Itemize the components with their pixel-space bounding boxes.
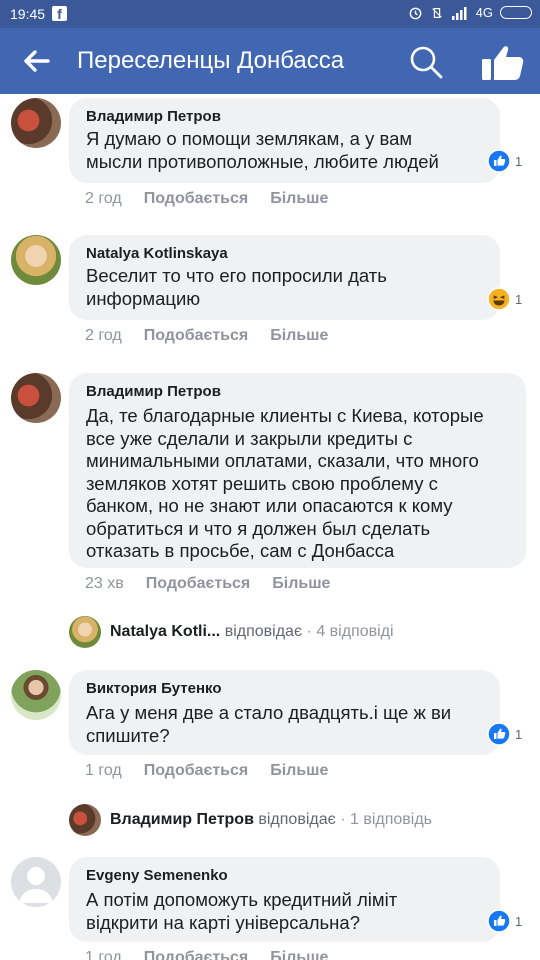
comment-time: 1 год — [85, 762, 122, 779]
status-icons: 4G — [408, 5, 532, 20]
comment-author[interactable]: Владимир Петров — [86, 383, 221, 400]
comment-actions: 1 год Подобається Більше — [85, 762, 350, 780]
comment-time: 23 хв — [85, 575, 124, 592]
more-button[interactable]: Більше — [270, 327, 328, 344]
replies-text[interactable]: Natalya Kotli... відповідає · 4 відповід… — [110, 623, 394, 641]
reply-separator: · — [302, 623, 317, 640]
comment-text: Да, те благодарные клиенты с Киева, кото… — [86, 405, 484, 561]
comment-bubble: Виктория Бутенко Ага у меня две а стало … — [69, 670, 500, 755]
comment-time: 2 год — [85, 190, 122, 207]
thumbs-up-icon[interactable] — [478, 42, 526, 82]
status-bar: 19:45 f 4G — [0, 0, 540, 28]
comment: Evgeny Semenenko А потім допоможуть кред… — [0, 857, 540, 960]
reply-author: Natalya Kotli... — [110, 623, 221, 640]
battery-icon — [500, 6, 532, 19]
avatar — [69, 616, 101, 648]
replies-summary[interactable]: Владимир Петров відповідає · 1 відповідь — [0, 804, 540, 838]
reply-count: 4 відповіді — [316, 623, 394, 640]
avatar[interactable] — [11, 98, 61, 148]
network-type: 4G — [475, 5, 493, 20]
reply-count: 1 відповідь — [349, 811, 433, 828]
reaction-summary[interactable]: 1 — [487, 287, 522, 311]
comment-actions: 2 год Подобається Більше — [85, 190, 350, 208]
like-button[interactable]: Подобається — [144, 762, 249, 779]
comment-actions: 2 год Подобається Більше — [85, 327, 350, 345]
comment-author[interactable]: Владимир Петров — [86, 108, 221, 125]
comment-author[interactable]: Evgeny Semenenko — [86, 867, 228, 884]
comment-actions: 1 год Подобається Більше — [85, 949, 350, 960]
avatar[interactable] — [11, 235, 61, 285]
alarm-icon — [409, 7, 422, 20]
reply-verb: відповідає — [258, 811, 336, 828]
comment-actions: 23 хв Подобається Більше — [85, 575, 352, 593]
avatar[interactable] — [11, 670, 61, 720]
comment-time: 2 год — [85, 327, 122, 344]
more-button[interactable]: Більше — [270, 762, 328, 779]
reaction-count: 1 — [515, 153, 523, 169]
clock: 19:45 — [10, 6, 46, 22]
reaction-count: 1 — [515, 913, 523, 929]
comment-text: Ага у меня две а стало двадцять.і ще ж в… — [86, 702, 452, 746]
vibrate-icon — [431, 7, 442, 18]
reaction-count: 1 — [515, 726, 523, 742]
reaction-count: 1 — [515, 291, 523, 307]
like-button[interactable]: Подобається — [144, 327, 249, 344]
reply-verb: відповідає — [224, 623, 303, 640]
reply-separator: · — [335, 811, 350, 828]
avatar[interactable] — [11, 857, 61, 907]
like-reaction-icon — [487, 149, 511, 173]
avatar[interactable] — [11, 373, 61, 423]
comment-author[interactable]: Виктория Бутенко — [86, 680, 222, 697]
comment: Владимир Петров Я думаю о помощи земляка… — [0, 98, 540, 218]
app-bar: Переселенцы Донбасса — [0, 28, 540, 94]
comment: Natalya Kotlinskaya Веселит то что его п… — [0, 235, 540, 355]
comment: Виктория Бутенко Ага у меня две а стало … — [0, 670, 540, 785]
replies-summary[interactable]: Natalya Kotli... відповідає · 4 відповід… — [0, 616, 540, 650]
facebook-notification-icon: f — [52, 6, 67, 22]
page-title: Переселенцы Донбасса — [77, 47, 345, 74]
like-button[interactable]: Подобається — [144, 190, 249, 207]
comment-text: Я думаю о помощи землякам, а у вам мысли… — [86, 128, 439, 172]
comment-text: А потім допоможуть кредитний ліміт відкр… — [86, 889, 398, 933]
comment-time: 1 год — [85, 949, 122, 960]
comment-bubble: Natalya Kotlinskaya Веселит то что его п… — [69, 235, 500, 320]
like-reaction-icon — [487, 722, 511, 746]
like-reaction-icon — [487, 909, 511, 933]
default-avatar-icon — [19, 867, 53, 903]
comment-bubble: Владимир Петров Я думаю о помощи земляка… — [69, 98, 500, 183]
comment-bubble: Владимир Петров Да, те благодарные клиен… — [69, 373, 526, 568]
reaction-summary[interactable]: 1 — [487, 722, 522, 746]
arrow-left-icon[interactable] — [20, 46, 52, 76]
comment: Владимир Петров Да, те благодарные клиен… — [0, 373, 540, 603]
like-button[interactable]: Подобається — [146, 575, 251, 592]
more-button[interactable]: Більше — [270, 190, 328, 207]
avatar — [69, 804, 101, 836]
more-button[interactable]: Більше — [272, 575, 330, 592]
search-icon[interactable] — [408, 44, 444, 80]
more-button[interactable]: Більше — [270, 949, 328, 960]
replies-text[interactable]: Владимир Петров відповідає · 1 відповідь — [110, 811, 432, 829]
comment-bubble: Evgeny Semenenko А потім допоможуть кред… — [69, 857, 500, 942]
comment-text: Веселит то что его попросили дать информ… — [86, 265, 387, 309]
reaction-summary[interactable]: 1 — [487, 909, 522, 933]
signal-icon — [451, 6, 467, 20]
reaction-summary[interactable]: 1 — [487, 149, 522, 173]
like-button[interactable]: Подобається — [144, 949, 249, 960]
haha-reaction-icon — [487, 287, 511, 311]
reply-author: Владимир Петров — [110, 811, 254, 828]
comment-author[interactable]: Natalya Kotlinskaya — [86, 245, 228, 262]
